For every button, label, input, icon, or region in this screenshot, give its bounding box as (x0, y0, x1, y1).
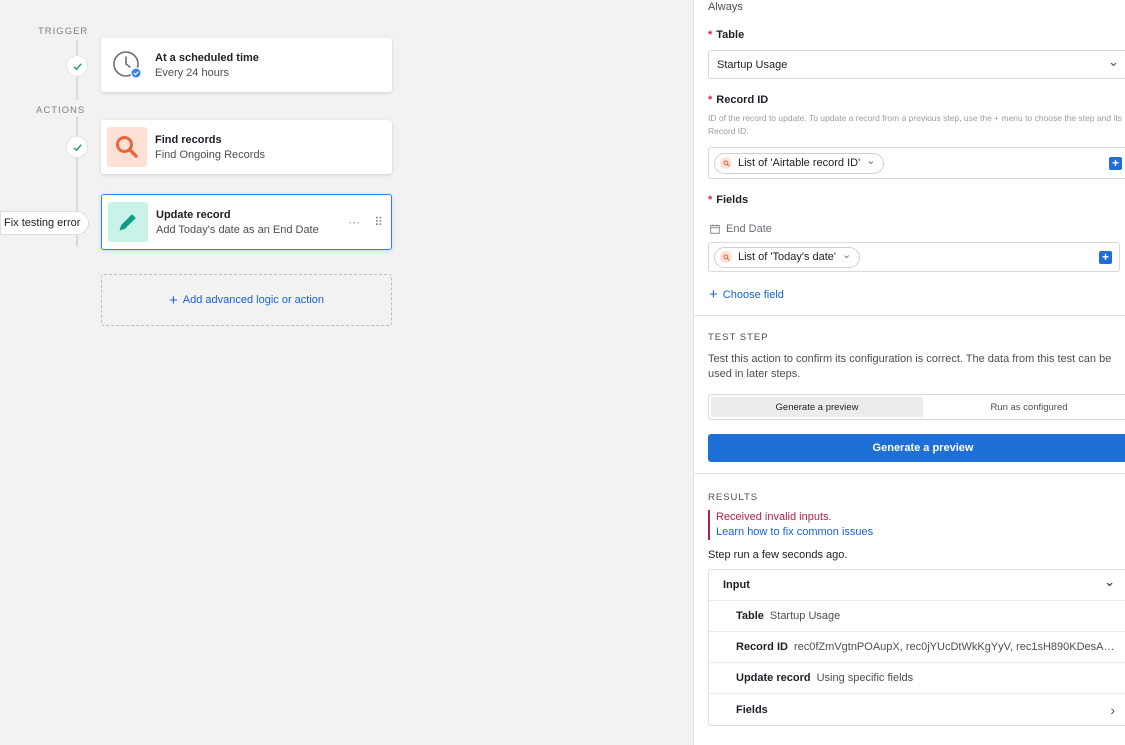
row-value: rec0fZmVgtnPOAupX, rec0jYUcDtWkKgYyV, re… (793, 641, 1116, 653)
condition-value: Always (708, 1, 743, 13)
section-divider (694, 473, 1125, 474)
row-value: Using specific fields (816, 672, 914, 684)
trigger-section-label: TRIGGER (38, 26, 89, 37)
search-icon (720, 251, 732, 263)
results-title: RESULTS (708, 492, 759, 503)
table-label-text: Table (716, 29, 745, 41)
workflow-canvas: TRIGGER ACTIONS At a scheduled time Ever… (0, 0, 693, 745)
fields-field-label: * Fields (708, 194, 748, 206)
drag-handle-icon[interactable]: ⠿ (374, 215, 383, 229)
required-mark: * (708, 94, 713, 106)
choose-field-button[interactable]: + Choose field (709, 287, 784, 302)
row-key: Record ID (736, 641, 788, 653)
search-icon (720, 157, 732, 169)
step-subtitle: Add Today's date as an End Date (156, 223, 319, 236)
section-divider (694, 315, 1125, 316)
table-row: Update record Using specific fields (709, 663, 1125, 694)
calendar-icon (710, 224, 720, 234)
step-subtitle: Find Ongoing Records (155, 148, 266, 161)
add-logic-or-action-button[interactable]: + Add advanced logic or action (101, 274, 392, 326)
record-id-label-text: Record ID (716, 94, 769, 106)
chevron-down-icon: ⌄ (1108, 53, 1119, 69)
test-step-title: TEST STEP (708, 332, 769, 343)
plus-icon: + (709, 286, 718, 303)
add-action-label: Add advanced logic or action (182, 294, 325, 306)
record-id-input[interactable]: List of 'Airtable record ID' ⌄ + (708, 147, 1125, 179)
insert-plus-icon[interactable]: + (1109, 156, 1122, 170)
choose-field-label: Choose field (722, 288, 784, 301)
actions-section-label: ACTIONS (36, 105, 86, 116)
step-title: At a scheduled time (155, 51, 259, 64)
generate-preview-button[interactable]: Generate a preview (708, 434, 1125, 462)
chevron-down-icon: ⌄ (866, 155, 876, 167)
checkmark-icon (66, 55, 88, 77)
todays-date-token[interactable]: List of 'Today's date' ⌄ (714, 246, 861, 268)
input-header-row[interactable]: Input ⌄ (709, 570, 1125, 601)
insert-plus-icon[interactable]: + (1099, 250, 1112, 264)
required-mark: * (708, 29, 713, 41)
clock-icon (107, 45, 147, 85)
table-select[interactable]: Startup Usage ⌄ (708, 50, 1125, 79)
row-key: Table (736, 610, 764, 622)
chevron-down-icon: ⌄ (842, 249, 852, 261)
checkmark-icon (66, 136, 88, 158)
error-message-block: Received invalid inputs. Learn how to fi… (708, 510, 873, 540)
required-mark: * (708, 194, 713, 206)
token-label: List of 'Today's date' (738, 251, 837, 263)
more-options-icon[interactable]: ··· (348, 215, 360, 229)
end-date-input[interactable]: List of 'Today's date' ⌄ + (708, 242, 1120, 272)
fields-row[interactable]: Fields › (709, 694, 1125, 725)
error-text: Received invalid inputs. (716, 511, 832, 523)
table-row: Record ID rec0fZmVgtnPOAupX, rec0jYUcDtWk… (709, 632, 1125, 663)
fix-testing-error-badge[interactable]: Fix testing error (0, 211, 90, 235)
record-id-helper-text: ID of the record to update. To update a … (708, 113, 1122, 136)
fix-issues-link[interactable]: Learn how to fix common issues (716, 525, 873, 540)
plus-icon: + (168, 291, 178, 309)
row-key: Update record (736, 672, 811, 684)
input-label: Input (723, 579, 750, 591)
table-selected-value: Startup Usage (717, 58, 788, 71)
search-icon (107, 127, 147, 167)
tab-run-as-configured[interactable]: Run as configured (923, 397, 1125, 417)
action-card-find-records[interactable]: Find records Find Ongoing Records (101, 120, 392, 174)
token-label: List of 'Airtable record ID' (738, 157, 861, 169)
end-date-field-label: End Date (710, 223, 772, 235)
step-title: Update record (156, 208, 231, 221)
fields-label-text: Fields (716, 194, 749, 206)
chevron-down-icon: ⌄ (1104, 574, 1115, 589)
row-key: Fields (736, 703, 768, 716)
step-config-panel: Always * Table Startup Usage ⌄ * Record ID… (693, 0, 1125, 745)
table-row: Table Startup Usage (709, 601, 1125, 632)
table-field-label: * Table (708, 29, 744, 41)
test-mode-toggle[interactable]: Generate a preview Run as configured (708, 394, 1125, 420)
step-run-time: Step run a few seconds ago. (708, 549, 848, 561)
step-title: Find records (155, 133, 222, 146)
record-id-field-label: * Record ID (708, 94, 768, 106)
pencil-icon (108, 202, 148, 242)
tab-generate-preview[interactable]: Generate a preview (711, 397, 923, 417)
row-value: Startup Usage (769, 610, 841, 622)
chevron-right-icon: › (1110, 701, 1115, 718)
action-card-update-record[interactable]: Update record Add Today's date as an End… (101, 194, 392, 250)
record-id-token[interactable]: List of 'Airtable record ID' ⌄ (714, 152, 885, 174)
step-subtitle: Every 24 hours (155, 66, 229, 79)
field-name: End Date (726, 223, 772, 235)
input-results-table: Input ⌄ Table Startup Usage Record ID rec0… (708, 569, 1125, 726)
test-step-description: Test this action to confirm its configur… (708, 353, 1112, 380)
trigger-card-scheduled-time[interactable]: At a scheduled time Every 24 hours (101, 38, 392, 92)
